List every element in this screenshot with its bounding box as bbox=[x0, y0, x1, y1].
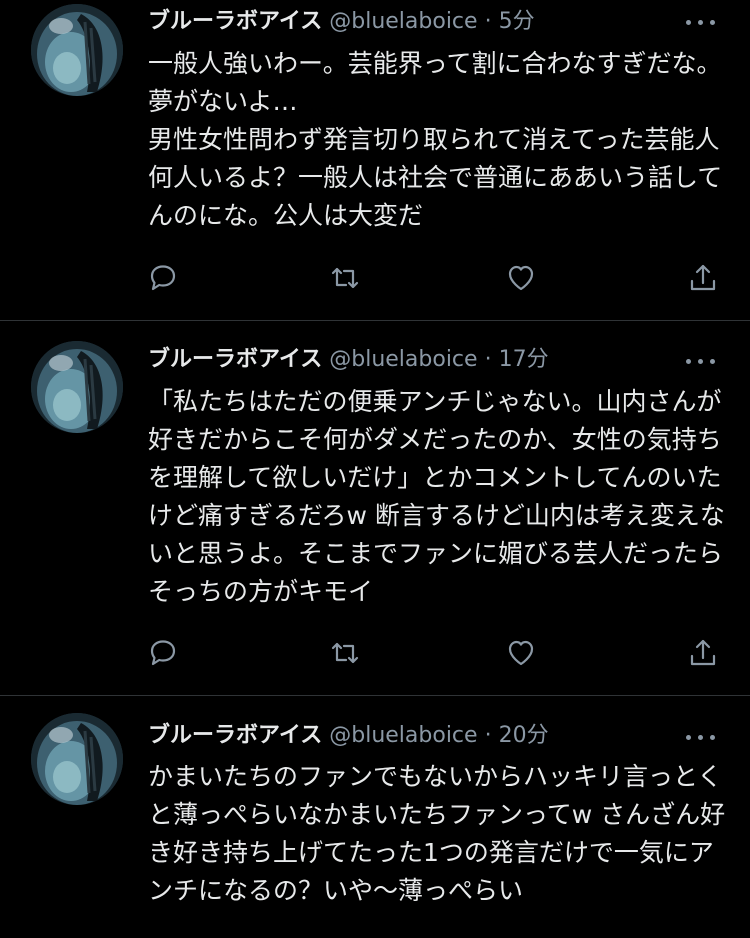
user-handle[interactable]: @bluelaboice bbox=[329, 723, 477, 748]
tweet[interactable]: ブルーラボアイス @bluelaboice · 17分 「私たちはただの便乗アン… bbox=[0, 321, 750, 695]
tweet-header: ブルーラボアイス @bluelaboice · 20分 bbox=[148, 718, 549, 754]
like-icon[interactable] bbox=[504, 636, 538, 670]
retweet-icon[interactable] bbox=[328, 261, 362, 295]
tweet-text: 「私たちはただの便乗アンチじゃない。山内さんが好きだからこそ何がダメだったのか、… bbox=[148, 387, 725, 606]
more-icon[interactable] bbox=[686, 351, 720, 371]
reply-icon[interactable] bbox=[146, 261, 180, 295]
share-icon[interactable] bbox=[686, 636, 720, 670]
reply-icon[interactable] bbox=[146, 636, 180, 670]
more-icon[interactable] bbox=[686, 12, 720, 32]
display-name[interactable]: ブルーラボアイス bbox=[148, 723, 322, 748]
tweet-text: かまいたちのファンでもないからハッキリ言っとくと薄っぺらいなかまいたちファンって… bbox=[148, 762, 726, 905]
timestamp[interactable]: 17分 bbox=[499, 347, 549, 372]
avatar[interactable] bbox=[31, 4, 123, 96]
separator-dot: · bbox=[484, 9, 492, 34]
separator-dot: · bbox=[484, 347, 492, 372]
share-icon[interactable] bbox=[686, 261, 720, 295]
timestamp[interactable]: 20分 bbox=[499, 723, 549, 748]
tweet-text: 一般人強いわー。芸能界って割に合わなすぎだな。夢がないよ… 男性女性問わず発言切… bbox=[148, 49, 723, 230]
avatar[interactable] bbox=[31, 341, 123, 433]
user-handle[interactable]: @bluelaboice bbox=[329, 347, 477, 372]
user-handle[interactable]: @bluelaboice bbox=[329, 9, 477, 34]
like-icon[interactable] bbox=[504, 261, 538, 295]
more-icon[interactable] bbox=[686, 727, 720, 747]
tweet-header: ブルーラボアイス @bluelaboice · 5分 bbox=[148, 4, 535, 40]
retweet-icon[interactable] bbox=[328, 636, 362, 670]
tweet[interactable]: ブルーラボアイス @bluelaboice · 20分 かまいたちのファンでもな… bbox=[0, 696, 750, 938]
display-name[interactable]: ブルーラボアイス bbox=[148, 9, 322, 34]
separator-dot: · bbox=[484, 723, 492, 748]
tweet[interactable]: ブルーラボアイス @bluelaboice · 5分 一般人強いわー。芸能界って… bbox=[0, 0, 750, 320]
display-name[interactable]: ブルーラボアイス bbox=[148, 347, 322, 372]
timestamp[interactable]: 5分 bbox=[499, 9, 535, 34]
tweet-header: ブルーラボアイス @bluelaboice · 17分 bbox=[148, 342, 549, 378]
avatar[interactable] bbox=[31, 713, 123, 805]
